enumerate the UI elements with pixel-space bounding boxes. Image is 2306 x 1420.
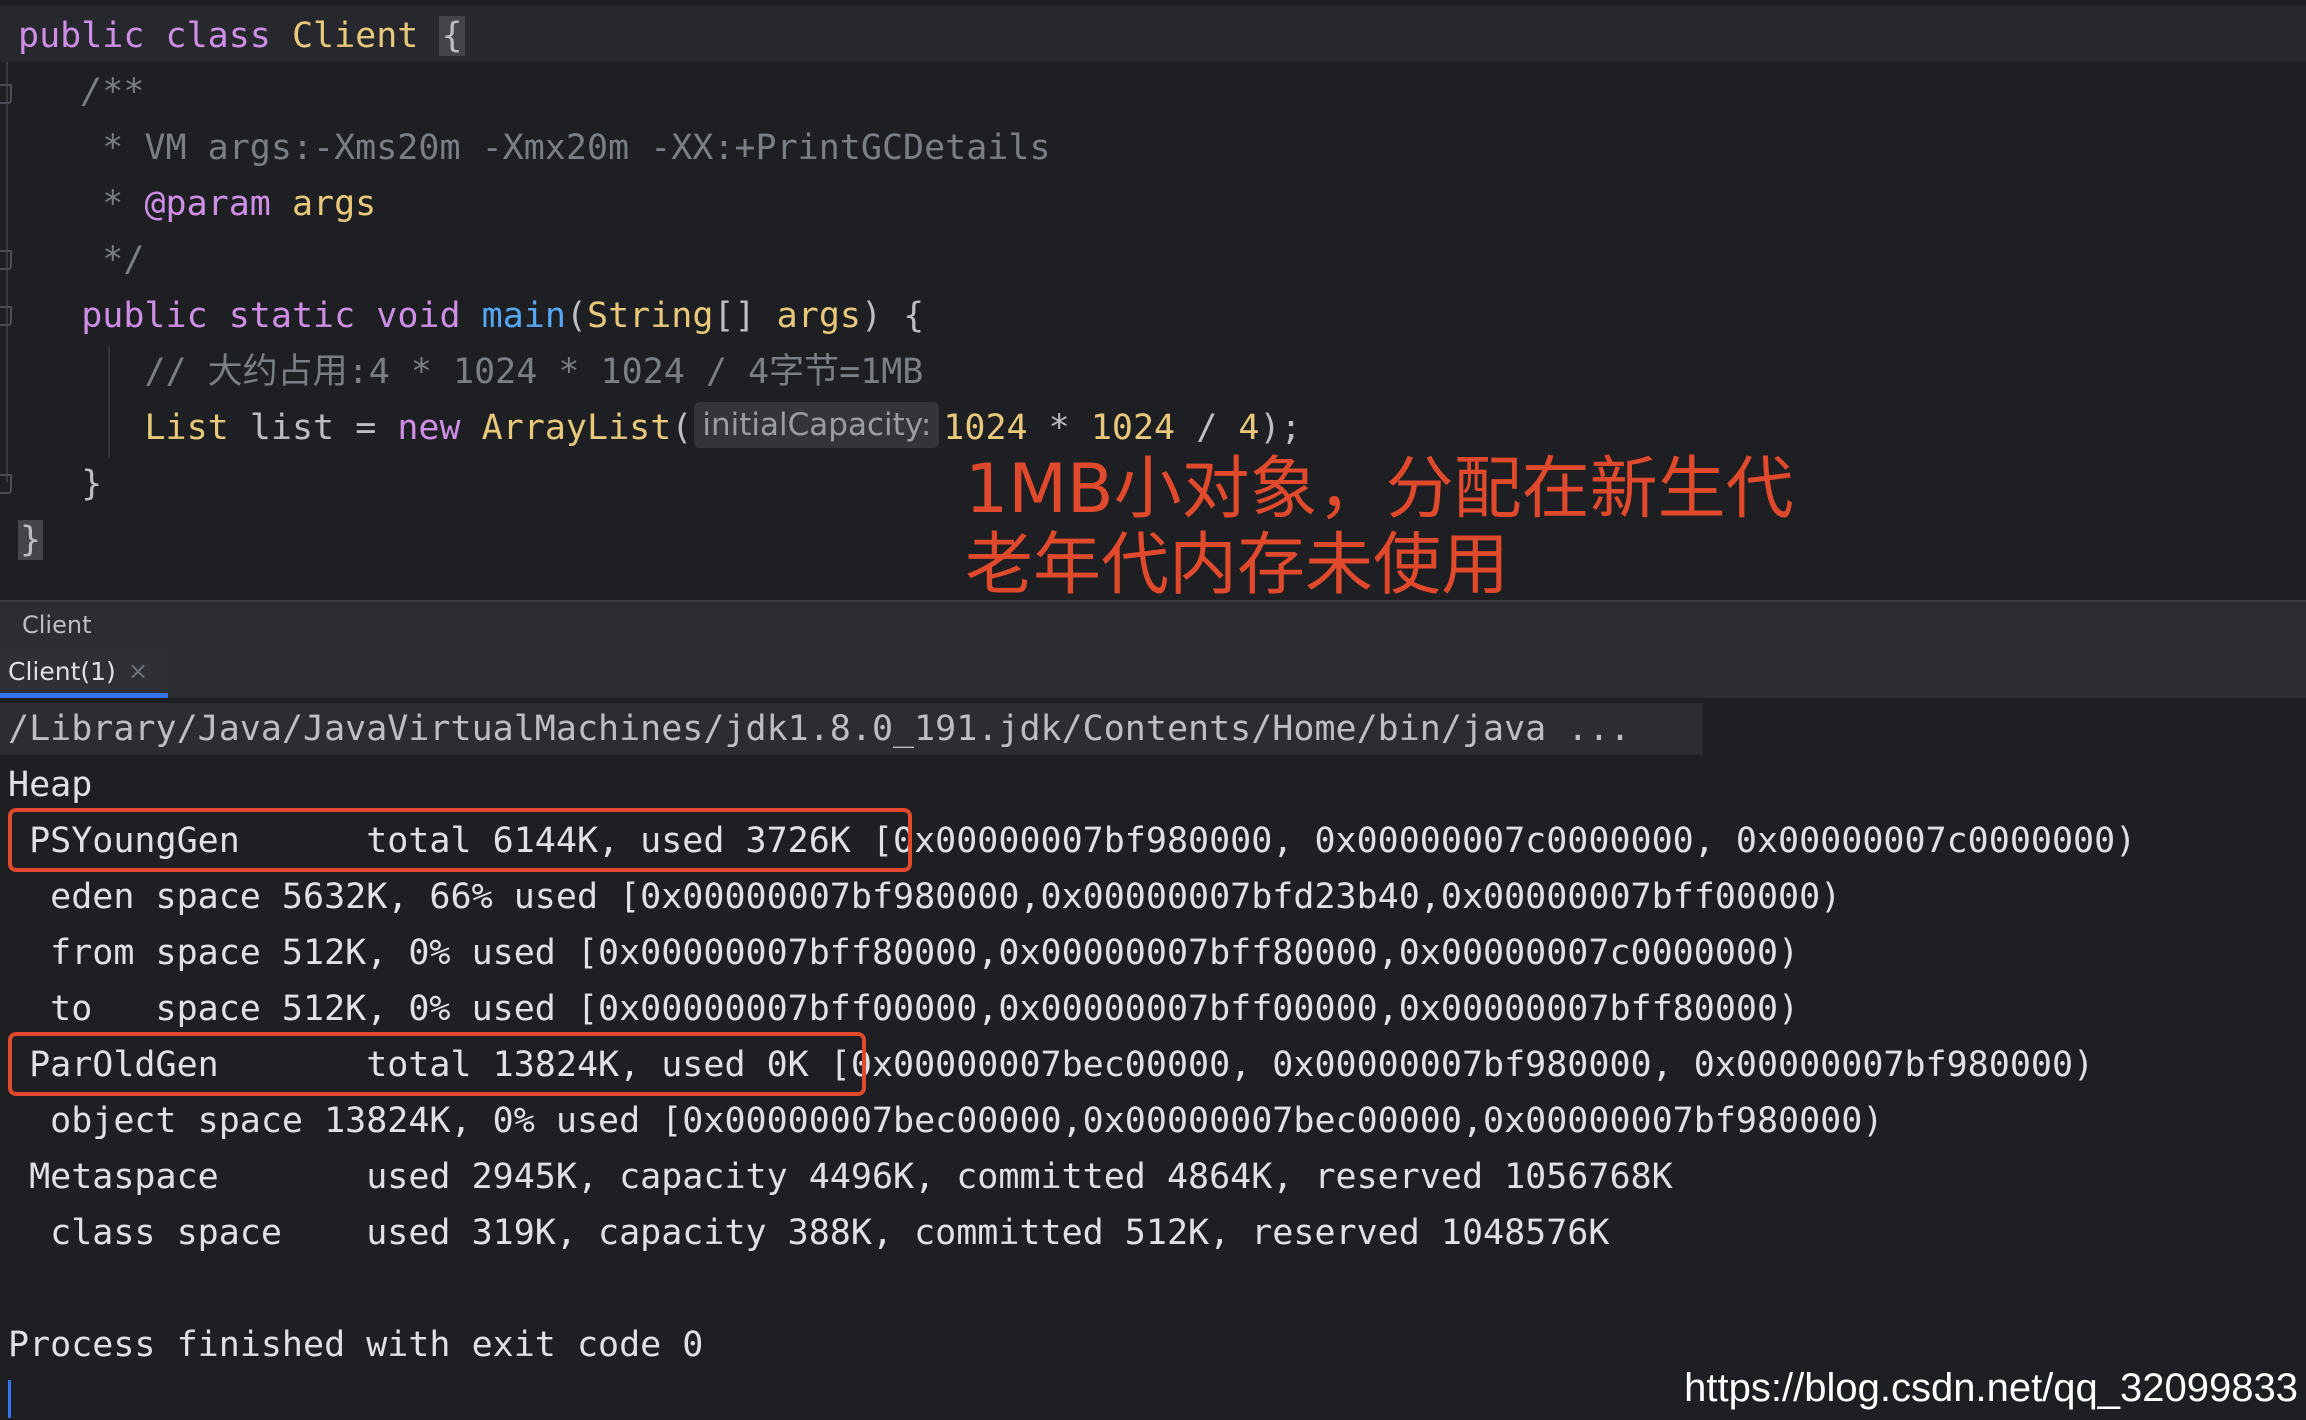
highlight-box-young-gen [8, 808, 912, 872]
console-line: class space used 319K, capacity 388K, co… [8, 1213, 1610, 1253]
console-line: eden space 5632K, 66% used [0x00000007bf… [8, 877, 1842, 917]
method-decl-rest: ) { [860, 296, 925, 336]
text-cursor [8, 1380, 11, 1418]
brace: } [81, 464, 103, 504]
javadoc-text: * VM args:-Xms20m -Xmx20m -XX:+PrintGCDe… [102, 128, 1051, 168]
parameter-hint: initialCapacity: [694, 402, 940, 448]
number-literal: 1024 [943, 408, 1028, 448]
tab-label: Client(1) [8, 657, 116, 686]
run-tool-window-header: Client [0, 600, 2306, 646]
code-line-method-decl[interactable]: public static void main(String[] args) { [18, 288, 924, 344]
code-line-javadoc-param[interactable]: * @param args [18, 176, 376, 232]
console-line: to space 512K, 0% used [0x00000007bff000… [8, 989, 1800, 1029]
keyword: new [397, 408, 461, 448]
run-window-title: Client [22, 611, 92, 639]
code-line-method-close[interactable]: } [18, 456, 102, 512]
highlight-box-old-gen [8, 1032, 866, 1096]
annotation-line-1: 1MB小对象，分配在新生代 [965, 450, 1794, 529]
watermark: https://blog.csdn.net/qq_32099833 [1684, 1366, 2298, 1410]
class-name: ArrayList [481, 408, 672, 448]
paren: ( [671, 408, 693, 448]
keyword: class [165, 16, 271, 56]
param-name: args [776, 296, 861, 336]
number-literal: 4 [1238, 408, 1260, 448]
operator: * [1048, 408, 1070, 448]
javadoc-star: * [102, 184, 124, 224]
console-exit-line: Process finished with exit code 0 [8, 1325, 704, 1365]
code-line-javadoc-close[interactable]: */ [18, 232, 144, 288]
tab-client-1[interactable]: Client(1) × [0, 646, 168, 698]
class-name: Client [291, 16, 419, 56]
keyword: public [18, 16, 145, 56]
fold-marker-icon[interactable] [0, 306, 12, 326]
operator: = [355, 408, 377, 448]
statement-end: ); [1259, 408, 1302, 448]
console-line: object space 13824K, 0% used [0x00000007… [8, 1101, 1884, 1141]
javadoc-tag-value: args [291, 184, 377, 224]
code-line-class-close[interactable]: } [18, 512, 44, 568]
number-literal: 1024 [1090, 408, 1176, 448]
brace: } [18, 520, 44, 560]
console-line: from space 512K, 0% used [0x00000007bff8… [8, 933, 1800, 973]
type-name: String [587, 296, 714, 336]
annotation-line-2: 老年代内存未使用 [965, 526, 1510, 601]
fold-marker-icon[interactable] [0, 84, 12, 104]
keyword: public [81, 296, 208, 336]
line-comment: // 大约占用:4 * 1024 * 1024 / 4字节=1MB [144, 352, 924, 392]
paren: ( [565, 296, 587, 336]
keyword: static [228, 296, 356, 336]
javadoc-tag: @param [144, 184, 271, 224]
close-icon[interactable]: × [128, 654, 148, 688]
javadoc-close: */ [102, 240, 145, 280]
method-name: main [481, 296, 566, 336]
variable-name: list [249, 408, 335, 448]
javadoc-open: /** [81, 72, 145, 112]
console-line: Metaspace used 2945K, capacity 4496K, co… [8, 1157, 1673, 1197]
console-command-line[interactable]: /Library/Java/JavaVirtualMachines/jdk1.8… [8, 703, 1631, 755]
gutter-fold-line [6, 62, 8, 482]
code-line-javadoc-open[interactable]: /** [18, 64, 144, 120]
array-brackets: [] [713, 296, 756, 336]
fold-marker-icon[interactable] [0, 250, 12, 270]
operator: / [1196, 408, 1218, 448]
code-editor[interactable]: public class Client { /** * VM args:-Xms… [0, 0, 2306, 600]
code-line-javadoc-vm[interactable]: * VM args:-Xms20m -Xmx20m -XX:+PrintGCDe… [18, 120, 1051, 176]
keyword: void [376, 296, 461, 336]
fold-marker-icon[interactable] [0, 474, 12, 494]
run-tab-bar: Client(1) × [0, 646, 2306, 698]
code-line-comment[interactable]: // 大约占用:4 * 1024 * 1024 / 4字节=1MB [18, 344, 923, 400]
code-line-class-decl[interactable]: public class Client { [18, 8, 465, 64]
console-line: Heap [8, 765, 93, 805]
code-line-statement[interactable]: List list = new ArrayList(initialCapacit… [18, 400, 1302, 456]
type-name: List [144, 408, 229, 448]
brace: { [439, 16, 465, 56]
